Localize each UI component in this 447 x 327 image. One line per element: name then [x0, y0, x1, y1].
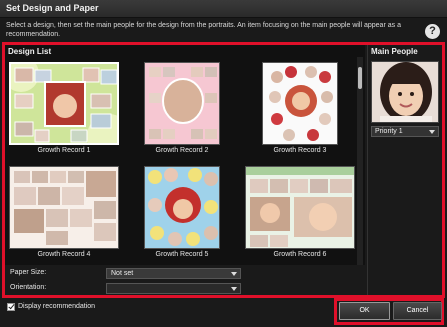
design-thumbnail — [9, 62, 119, 145]
collage-thumbnail-5 — [145, 167, 219, 248]
orientation-label: Orientation: — [10, 284, 47, 291]
collage-thumbnail-3 — [263, 63, 337, 144]
help-icon[interactable]: ? — [425, 24, 440, 39]
title-bar: Set Design and Paper — [0, 0, 447, 18]
collage-thumbnail-6 — [246, 167, 354, 248]
window-title: Set Design and Paper — [6, 3, 99, 13]
design-item-growth-record-6[interactable]: Growth Record 6 — [241, 164, 359, 267]
design-item-label: Growth Record 3 — [273, 147, 327, 154]
ok-button[interactable]: OK — [339, 302, 390, 320]
design-item-growth-record-3[interactable]: Growth Record 3 — [241, 60, 359, 163]
design-item-growth-record-5[interactable]: Growth Record 5 — [123, 164, 241, 267]
checkbox-checked-icon — [8, 302, 15, 310]
dropdown-arrow-icon — [231, 287, 237, 291]
design-item-growth-record-2[interactable]: Growth Record 2 — [123, 60, 241, 163]
dropdown-arrow-icon — [429, 130, 435, 134]
design-item-label: Growth Record 5 — [155, 251, 209, 258]
design-item-label: Growth Record 1 — [37, 147, 91, 154]
main-people-label: Main People — [371, 47, 418, 56]
design-thumbnail — [144, 166, 220, 249]
scrollbar-thumb[interactable] — [358, 67, 362, 89]
paper-size-select[interactable]: Not set — [106, 268, 241, 279]
design-list-label: Design List — [8, 47, 52, 56]
design-thumbnail — [262, 62, 338, 145]
design-item-label: Growth Record 2 — [155, 147, 209, 154]
instructions-text: Select a design, then set the main peopl… — [6, 22, 401, 38]
design-thumbnail — [144, 62, 220, 145]
portrait-image — [372, 62, 438, 122]
paper-size-label: Paper Size: — [10, 269, 47, 276]
orientation-select[interactable] — [106, 283, 241, 294]
cancel-button[interactable]: Cancel — [393, 302, 442, 320]
design-list-panel: Design List Growth Record 1 Growth Recor… — [5, 45, 365, 295]
paper-size-value: Not set — [111, 270, 134, 277]
collage-thumbnail-1 — [11, 64, 117, 143]
design-item-growth-record-1[interactable]: Growth Record 1 — [5, 60, 123, 163]
design-list-scrollbar[interactable] — [357, 57, 363, 267]
collage-thumbnail-2 — [145, 63, 219, 144]
dropdown-arrow-icon — [231, 272, 237, 276]
main-people-panel: Main People Priority 1 — [367, 45, 442, 295]
design-item-label: Growth Record 4 — [37, 251, 91, 258]
design-thumbnail — [9, 166, 119, 249]
design-item-label: Growth Record 6 — [273, 251, 327, 258]
priority-value: Priority 1 — [375, 128, 403, 135]
priority-select[interactable]: Priority 1 — [371, 126, 439, 137]
design-item-growth-record-4[interactable]: Growth Record 4 — [5, 164, 123, 267]
collage-thumbnail-4 — [10, 167, 118, 248]
paper-settings: Paper Size: Not set Orientation: — [5, 265, 365, 295]
main-person-portrait[interactable] — [371, 61, 439, 123]
display-recommendation-checkbox[interactable] — [7, 302, 15, 311]
design-thumbnail — [245, 166, 355, 249]
display-recommendation-label: Display recommendation — [18, 303, 96, 310]
